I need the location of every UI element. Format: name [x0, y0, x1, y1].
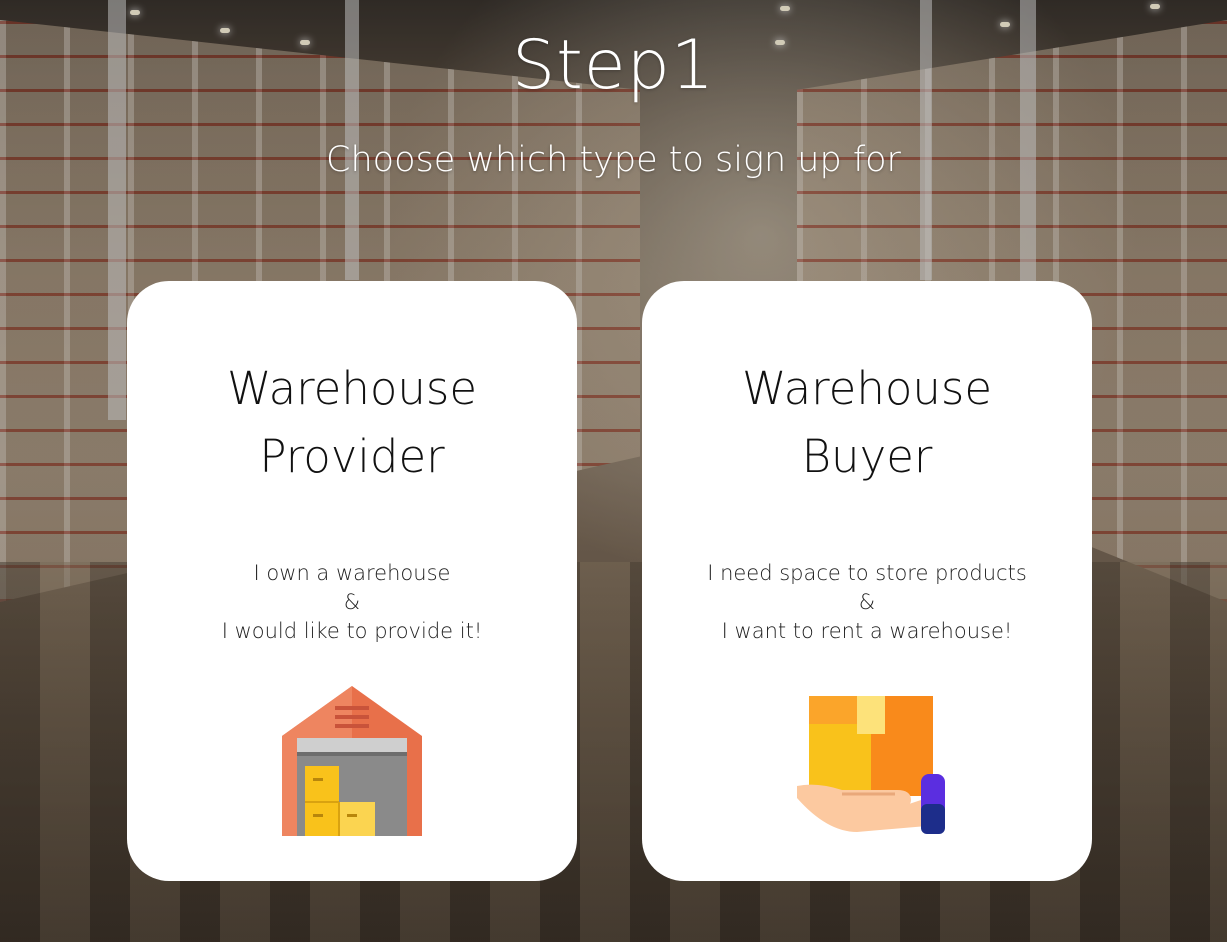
card-title: Warehouse Provider [127, 355, 577, 491]
card-title-line: Warehouse [741, 362, 993, 415]
card-desc-line: & [858, 590, 876, 614]
card-description: I own a warehouse & I would like to prov… [127, 559, 577, 646]
card-desc-line: I need space to store products [707, 561, 1027, 585]
warehouse-provider-card[interactable]: Warehouse Provider I own a warehouse & I… [127, 281, 577, 881]
page-subtitle: Choose which type to sign up for [326, 140, 901, 180]
page-title: Step1 [511, 26, 716, 105]
card-desc-line: I want to rent a warehouse! [721, 619, 1013, 643]
card-desc-line: I own a warehouse [253, 561, 451, 585]
warehouse-icon [127, 686, 577, 846]
card-title-line: Warehouse [226, 362, 478, 415]
card-description: I need space to store products & I want … [642, 559, 1092, 646]
card-title-line: Buyer [801, 430, 933, 483]
card-title-line: Provider [259, 430, 445, 483]
box-in-hand-icon [642, 686, 1092, 846]
card-title: Warehouse Buyer [642, 355, 1092, 491]
card-desc-line: I would like to provide it! [221, 619, 483, 643]
card-desc-line: & [343, 590, 361, 614]
warehouse-buyer-card[interactable]: Warehouse Buyer I need space to store pr… [642, 281, 1092, 881]
